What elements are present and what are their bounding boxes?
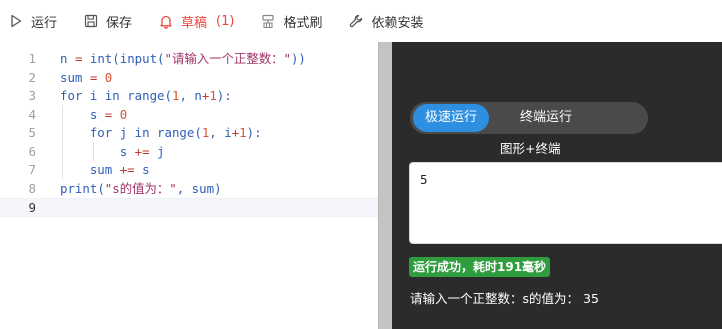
deps-button[interactable]: 依赖安装	[348, 7, 424, 35]
stdin-input[interactable]: 5	[409, 162, 722, 244]
line-number: 3	[28, 88, 36, 103]
line-code: sum = 0	[60, 69, 113, 85]
code-editor[interactable]: 1 n = int(input("请输入一个正整数：")) 2 sum = 0 3 for…	[0, 42, 378, 329]
format-button[interactable]: 格式刷	[260, 7, 322, 35]
code-line[interactable]: 4 s = 0	[0, 106, 378, 125]
line-code: print("s的值为：", sum)	[60, 180, 222, 196]
mode-fast-run[interactable]: 极速运行	[413, 104, 489, 132]
draft-button[interactable]: 草稿 (1)	[158, 7, 234, 35]
draft-count: (1)	[216, 13, 235, 29]
line-number: 7	[28, 162, 36, 177]
wrench-icon	[348, 13, 364, 29]
line-code: n = int(input("请输入一个正整数："))	[60, 51, 306, 66]
line-number: 4	[28, 106, 36, 122]
save-label: 保存	[106, 15, 133, 31]
deps-label: 依赖安装	[371, 15, 424, 31]
floppy-icon	[83, 13, 99, 29]
line-number: 2	[28, 69, 36, 85]
format-label: 格式刷	[283, 15, 323, 31]
code-line[interactable]: 5 for j in range(1, i+1):	[0, 124, 378, 143]
draft-label: 草稿	[181, 15, 208, 31]
code-line[interactable]: 6 s += j	[0, 143, 378, 162]
program-output: 请输入一个正整数：s的值为： 35	[410, 291, 599, 306]
line-code: for i in range(1, n+1):	[60, 88, 232, 103]
run-label: 运行	[31, 15, 58, 31]
format-brush-icon	[260, 13, 276, 29]
save-button[interactable]: 保存	[83, 7, 132, 35]
code-line[interactable]: 8 print("s的值为：", sum)	[0, 180, 378, 199]
toolbar: 运行 保存 草稿 (1) 格式刷 依赖安装	[0, 0, 722, 42]
run-panel: 极速运行 终端运行 图形+终端 5 运行成功，耗时191毫秒 请输入一个正整数：…	[392, 42, 722, 329]
run-button[interactable]: 运行	[8, 7, 57, 35]
run-mode-switch: 极速运行 终端运行	[410, 102, 648, 134]
mode-terminal-run[interactable]: 终端运行	[510, 104, 582, 132]
bell-icon	[158, 13, 174, 29]
line-number: 9	[28, 200, 36, 215]
mode-graphics-terminal[interactable]: 图形+终端	[500, 138, 560, 157]
line-code: s += j	[119, 143, 165, 159]
pane-splitter[interactable]	[378, 42, 392, 329]
status-badge: 运行成功，耗时191毫秒	[409, 257, 551, 277]
line-number: 8	[28, 180, 36, 196]
line-number: 1	[28, 51, 36, 66]
line-number: 6	[28, 143, 36, 159]
line-number: 5	[28, 125, 36, 140]
line-code: for j in range(1, i+1):	[89, 125, 262, 140]
line-code: sum += s	[89, 162, 150, 177]
code-line[interactable]: 3 for i in range(1, n+1):	[0, 87, 378, 106]
play-icon	[8, 13, 24, 29]
line-code: s = 0	[89, 106, 128, 122]
code-line[interactable]: 1 n = int(input("请输入一个正整数："))	[0, 50, 378, 69]
code-line[interactable]: 7 sum += s	[0, 161, 378, 180]
code-line[interactable]: 9	[0, 198, 378, 217]
code-line[interactable]: 2 sum = 0	[0, 69, 378, 88]
